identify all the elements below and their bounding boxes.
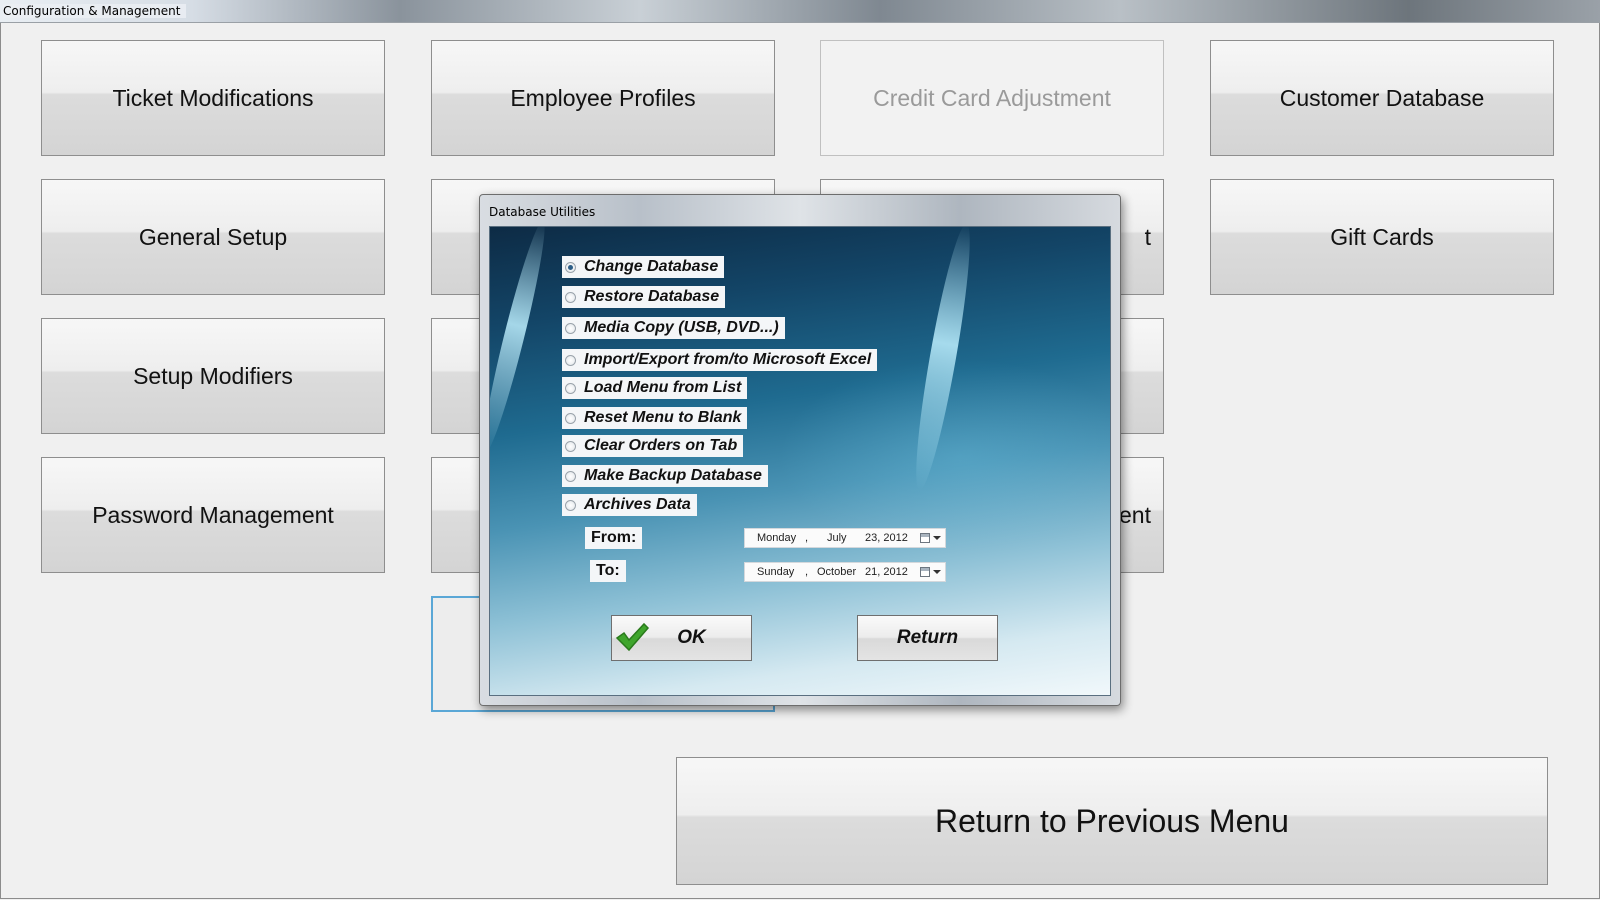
to-label: To: (590, 560, 626, 582)
partial-tile-label: t (1144, 223, 1151, 250)
radio-icon[interactable] (565, 291, 576, 303)
from-month: July (827, 532, 847, 544)
option-label: Clear Orders on Tab (584, 437, 738, 454)
option-label: Change Database (584, 258, 719, 275)
radio-icon[interactable] (565, 440, 576, 452)
from-weekday: Monday (757, 532, 797, 544)
to-weekday: Sunday (757, 566, 795, 578)
option-label: Import/Export from/to Microsoft Excel (584, 351, 872, 368)
return-button[interactable]: Return (857, 615, 998, 661)
password-management-button[interactable]: Password Management (41, 457, 385, 573)
from-date-dropdown-button[interactable] (920, 531, 942, 545)
from-label: From: (585, 527, 643, 549)
database-utilities-dialog: Database Utilities Change Database Resto… (479, 194, 1121, 706)
dialog-body: Change Database Restore Database Media C… (489, 226, 1111, 696)
partial-tile-label: ent (1119, 501, 1151, 528)
gift-cards-button[interactable]: Gift Cards (1210, 179, 1554, 295)
to-month: October (817, 566, 857, 578)
option-restore-database[interactable]: Restore Database (562, 286, 726, 308)
dialog-title: Database Utilities (489, 205, 596, 219)
calendar-icon (920, 567, 930, 577)
window-titlebar: Configuration & Management (0, 0, 1600, 23)
option-media-copy[interactable]: Media Copy (USB, DVD...) (562, 317, 785, 339)
from-date-picker[interactable]: Monday , July 23, 2012 (744, 528, 946, 548)
to-date-picker[interactable]: Sunday , October 21, 2012 (744, 562, 946, 582)
to-separator: , (805, 566, 809, 578)
employee-profiles-button[interactable]: Employee Profiles (431, 40, 775, 156)
chevron-down-icon (933, 536, 941, 540)
radio-icon[interactable] (565, 412, 576, 424)
option-label: Reset Menu to Blank (584, 409, 742, 426)
to-date-dropdown-button[interactable] (920, 565, 942, 579)
decor-streak-right (906, 227, 980, 493)
option-import-export-excel[interactable]: Import/Export from/to Microsoft Excel (562, 349, 878, 371)
checkmark-icon (615, 622, 650, 652)
to-day-year: 21, 2012 (865, 566, 908, 578)
option-change-database[interactable]: Change Database (562, 256, 725, 278)
option-label: Make Backup Database (584, 467, 762, 484)
customer-database-button[interactable]: Customer Database (1210, 40, 1554, 156)
radio-icon[interactable] (565, 261, 576, 273)
decor-streak-left (490, 227, 553, 456)
chevron-down-icon (933, 570, 941, 574)
radio-icon[interactable] (565, 322, 576, 334)
radio-icon[interactable] (565, 470, 576, 482)
ticket-modifications-button[interactable]: Ticket Modifications (41, 40, 385, 156)
option-label: Load Menu from List (584, 379, 742, 396)
option-label: Media Copy (USB, DVD...) (584, 319, 779, 336)
radio-icon[interactable] (565, 499, 576, 511)
option-clear-orders-on-tab[interactable]: Clear Orders on Tab (562, 435, 744, 457)
calendar-icon (920, 533, 930, 543)
general-setup-button[interactable]: General Setup (41, 179, 385, 295)
radio-icon[interactable] (565, 354, 576, 366)
option-label: Archives Data (584, 496, 691, 513)
option-load-menu-from-list[interactable]: Load Menu from List (562, 377, 748, 399)
ok-button[interactable]: OK (611, 615, 752, 661)
option-label: Restore Database (584, 288, 720, 305)
credit-card-adjustment-button[interactable]: Credit Card Adjustment (820, 40, 1164, 156)
radio-icon[interactable] (565, 382, 576, 394)
window-title: Configuration & Management (3, 4, 187, 18)
return-to-previous-menu-button[interactable]: Return to Previous Menu (676, 757, 1548, 885)
option-archives-data[interactable]: Archives Data (562, 494, 697, 516)
from-separator: , (805, 532, 809, 544)
setup-modifiers-button[interactable]: Setup Modifiers (41, 318, 385, 434)
ok-label: OK (677, 627, 706, 648)
from-day-year: 23, 2012 (865, 532, 908, 544)
option-make-backup-database[interactable]: Make Backup Database (562, 465, 768, 487)
option-reset-menu-to-blank[interactable]: Reset Menu to Blank (562, 407, 748, 429)
